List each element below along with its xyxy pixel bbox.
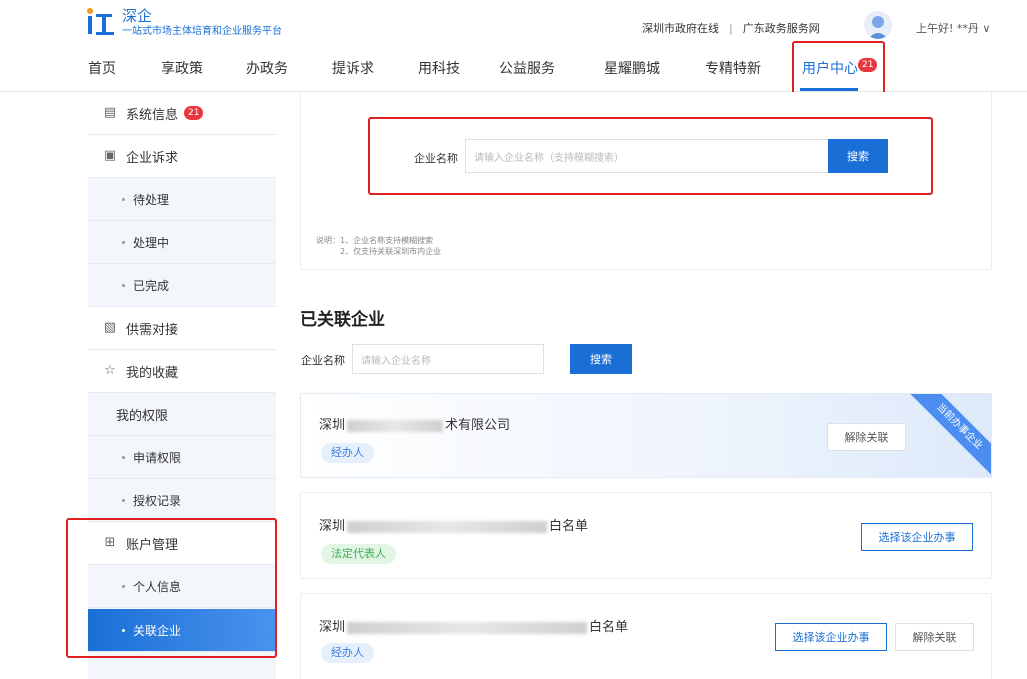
- avatar[interactable]: [864, 11, 892, 39]
- sidebar-item-label: 供需对接: [126, 322, 179, 338]
- sidebar-item-completed[interactable]: 已完成: [88, 264, 276, 307]
- sidebar-item-auth-records[interactable]: 授权记录: [88, 479, 276, 522]
- enterprise-name: 深圳 白名单: [319, 515, 588, 534]
- sidebar-item-label: 申请权限: [133, 450, 182, 465]
- nav-star-city[interactable]: 星耀鹏城: [604, 58, 660, 78]
- search-note: 说明：1、企业名称支持模糊搜索 2、仅支持关联深圳市内企业: [316, 235, 441, 257]
- sidebar-item-label: 企业诉求: [126, 150, 179, 166]
- sidebar-item-favorites[interactable]: ☆ 我的收藏: [88, 350, 276, 393]
- bullet-icon: [122, 498, 125, 502]
- unlink-button[interactable]: 解除关联: [827, 423, 906, 451]
- role-badge: 经办人: [321, 643, 374, 663]
- enterprise-name-suffix: 白名单: [589, 620, 629, 635]
- enterprise-name-prefix: 深圳: [319, 620, 346, 635]
- nav-government-affairs[interactable]: 办政务: [246, 58, 288, 78]
- enterprise-name-prefix: 深圳: [319, 418, 346, 433]
- link-guangdong-service[interactable]: 广东政务服务网: [743, 20, 820, 36]
- highlight-account-mgmt: [66, 518, 277, 658]
- sidebar-item-system-info[interactable]: ▤ 系统信息 21: [88, 92, 276, 135]
- handshake-doc-icon: ▧: [103, 320, 117, 335]
- document-icon: ▣: [103, 148, 117, 163]
- sidebar-item-supply-demand[interactable]: ▧ 供需对接: [88, 307, 276, 350]
- nav-technology[interactable]: 用科技: [418, 58, 460, 78]
- sidebar-item-apply-permission[interactable]: 申请权限: [88, 436, 276, 479]
- nav-home[interactable]: 首页: [88, 58, 116, 78]
- star-icon: ☆: [104, 363, 116, 378]
- select-enterprise-button[interactable]: 选择该企业办事: [861, 523, 973, 551]
- nav-public-service[interactable]: 公益服务: [499, 58, 555, 78]
- logo-icon: [87, 8, 114, 35]
- system-info-badge: 21: [184, 106, 204, 120]
- filter-label: 企业名称: [301, 354, 345, 367]
- highlight-search: [368, 117, 933, 195]
- sidebar-item-label: 我的收藏: [126, 365, 179, 381]
- sidebar-item-pending[interactable]: 待处理: [88, 178, 276, 221]
- enterprise-name-prefix: 深圳: [319, 519, 346, 534]
- bullet-icon: [122, 283, 125, 287]
- sidebar-item-label: 待处理: [133, 192, 170, 207]
- sidebar-item-permissions[interactable]: 我的权限: [88, 393, 276, 436]
- message-icon: ▤: [103, 105, 117, 120]
- enterprise-card-current: 深圳 术有限公司 经办人 解除关联 当前办事企业: [300, 393, 992, 478]
- nav-appeal[interactable]: 提诉求: [332, 58, 374, 78]
- sidebar-item-label: 系统信息: [126, 107, 179, 123]
- role-badge: 经办人: [321, 443, 374, 463]
- sidebar-item-processing[interactable]: 处理中: [88, 221, 276, 264]
- top-links: 深圳市政府在线 | 广东政务服务网: [642, 20, 820, 36]
- search-note-line1: 说明：1、企业名称支持模糊搜索: [316, 236, 434, 245]
- site-logo[interactable]: 深企 一站式市场主体培育和企业服务平台: [84, 6, 282, 40]
- link-separator: |: [729, 21, 733, 35]
- enterprise-card: 深圳 白名单 法定代表人 选择该企业办事: [300, 492, 992, 579]
- redacted-text: [347, 621, 588, 634]
- bullet-icon: [122, 240, 125, 244]
- linked-enterprise-title: 已关联企业: [300, 310, 385, 330]
- logo-subtitle: 一站式市场主体培育和企业服务平台: [122, 26, 282, 37]
- redacted-text: [347, 419, 444, 432]
- unlink-button[interactable]: 解除关联: [895, 623, 974, 651]
- bullet-icon: [122, 197, 125, 201]
- user-avatar-icon: [868, 16, 888, 39]
- search-note-line2: 2、仅支持关联深圳市内企业: [340, 247, 442, 256]
- sidebar-item-label: 授权记录: [133, 493, 182, 508]
- bullet-icon: [122, 455, 125, 459]
- enterprise-name: 深圳 白名单: [319, 616, 628, 635]
- link-shenzhen-gov[interactable]: 深圳市政府在线: [642, 20, 719, 36]
- enterprise-name-suffix: 术有限公司: [445, 418, 511, 433]
- enterprise-card: 深圳 白名单 经办人 选择该企业办事 解除关联: [300, 593, 992, 679]
- enterprise-name-suffix: 白名单: [549, 519, 589, 534]
- sidebar-item-enterprise-appeal[interactable]: ▣ 企业诉求: [88, 135, 276, 178]
- redacted-text: [347, 520, 548, 533]
- sidebar-item-label: 处理中: [133, 235, 170, 250]
- enterprise-name: 深圳 术有限公司: [319, 414, 510, 433]
- role-badge: 法定代表人: [321, 544, 396, 564]
- logo-title: 深企: [122, 7, 153, 25]
- linked-enterprise-filter-input[interactable]: 请输入企业名称: [352, 344, 544, 374]
- filter-search-button[interactable]: 搜索: [570, 344, 632, 374]
- user-greeting-menu[interactable]: 上午好! **丹 ∨: [916, 20, 990, 36]
- current-enterprise-ribbon: 当前办事企业: [901, 394, 991, 477]
- highlight-user-center: [792, 41, 885, 98]
- sidebar-item-label: 我的权限: [116, 408, 169, 424]
- select-enterprise-button[interactable]: 选择该企业办事: [775, 623, 887, 651]
- sidebar-item-label: 已完成: [133, 278, 170, 293]
- nav-policy[interactable]: 享政策: [161, 58, 203, 78]
- nav-specialized[interactable]: 专精特新: [705, 58, 761, 78]
